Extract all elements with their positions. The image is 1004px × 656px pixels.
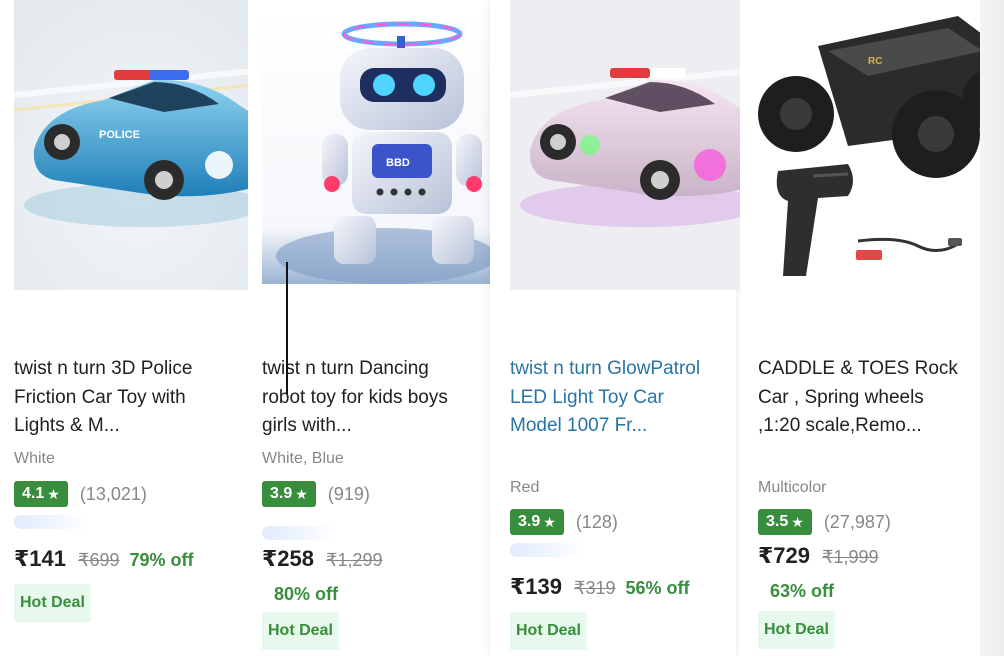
- star-icon: ★: [791, 513, 804, 530]
- product-grid: POLICE twist n turn 3D Police Friction C…: [0, 0, 1004, 656]
- product-title[interactable]: twist n turn 3D Police Friction Car Toy …: [14, 355, 224, 441]
- assured-badge-icon: [510, 543, 620, 557]
- product-card-3[interactable]: RC CADDLE & TOES Rock Car , Spring wheel…: [740, 0, 1000, 656]
- product-title-link[interactable]: twist n turn GlowPatrol LED Light Toy Ca…: [510, 355, 720, 441]
- original-price: ₹1,999: [822, 547, 879, 567]
- rating-value: 3.9: [270, 485, 293, 502]
- product-image-robot[interactable]: BBD: [262, 6, 510, 284]
- discount: 80% off: [274, 584, 339, 604]
- product-title[interactable]: CADDLE & TOES Rock Car , Spring wheels ,…: [758, 355, 968, 441]
- hot-deal-badge: Hot Deal: [14, 584, 91, 622]
- original-price: ₹699: [78, 550, 120, 570]
- rating-count: (919): [327, 483, 370, 504]
- svg-text:POLICE: POLICE: [99, 129, 140, 141]
- svg-text:RC: RC: [868, 56, 882, 67]
- rating-row: 3.9 ★ (919): [262, 481, 370, 507]
- rating-value: 3.9: [518, 513, 541, 530]
- discount: 56% off: [625, 578, 690, 598]
- price: ₹258: [262, 546, 315, 571]
- product-title[interactable]: twist n turn Dancing robot toy for kids …: [262, 355, 472, 441]
- rating-value: 4.1: [22, 485, 45, 502]
- rating-value: 3.5: [766, 513, 789, 530]
- price-row: ₹729 ₹1,999 63% off: [758, 543, 978, 602]
- product-variant: Red: [510, 479, 540, 496]
- discount: 63% off: [770, 581, 835, 601]
- product-variant: White: [14, 450, 55, 467]
- original-price: ₹319: [574, 578, 616, 598]
- rating-badge: 3.9 ★: [262, 481, 316, 507]
- star-icon: ★: [543, 513, 556, 530]
- product-variant: Multicolor: [758, 479, 827, 496]
- price: ₹729: [758, 543, 811, 568]
- assured-badge-icon: [14, 515, 124, 529]
- svg-text:BBD: BBD: [386, 157, 410, 169]
- star-icon: ★: [295, 485, 308, 502]
- rating-row: 3.5 ★ (27,987): [758, 509, 891, 535]
- product-card-0[interactable]: POLICE twist n turn 3D Police Friction C…: [0, 0, 262, 656]
- rating-badge: 4.1 ★: [14, 481, 68, 507]
- hot-deal-badge: Hot Deal: [262, 612, 339, 650]
- product-variant: White, Blue: [262, 450, 344, 467]
- rating-count: (128): [575, 511, 618, 532]
- rating-badge: 3.5 ★: [758, 509, 812, 535]
- original-price: ₹1,299: [326, 550, 383, 570]
- text-cursor-line: [286, 262, 288, 394]
- assured-badge-icon: [262, 526, 372, 540]
- hot-deal-badge: Hot Deal: [510, 612, 587, 650]
- product-card-2[interactable]: twist n turn GlowPatrol LED Light Toy Ca…: [490, 0, 758, 656]
- rating-count: (27,987): [823, 511, 891, 532]
- product-image-led-car[interactable]: [510, 0, 758, 290]
- star-icon: ★: [47, 485, 60, 502]
- rating-row: 4.1 ★ (13,021): [14, 481, 147, 507]
- price: ₹139: [510, 574, 563, 599]
- product-image-police-car[interactable]: POLICE: [14, 0, 262, 290]
- rating-row: 3.9 ★ (128): [510, 509, 618, 535]
- product-card-1[interactable]: BBD twist n turn Dancing robot toy for k…: [248, 0, 510, 656]
- rating-badge: 3.9 ★: [510, 509, 564, 535]
- hot-deal-badge: Hot Deal: [758, 611, 835, 649]
- scroll-edge: [980, 0, 1004, 656]
- product-image-rc-car[interactable]: RC: [758, 6, 1000, 284]
- price-row: ₹258 ₹1,299 80% off: [262, 546, 482, 605]
- price-row: ₹141 ₹699 79% off: [14, 546, 234, 572]
- price: ₹141: [14, 546, 67, 571]
- discount: 79% off: [129, 550, 194, 570]
- rating-count: (13,021): [79, 483, 147, 504]
- price-row: ₹139 ₹319 56% off: [510, 574, 730, 600]
